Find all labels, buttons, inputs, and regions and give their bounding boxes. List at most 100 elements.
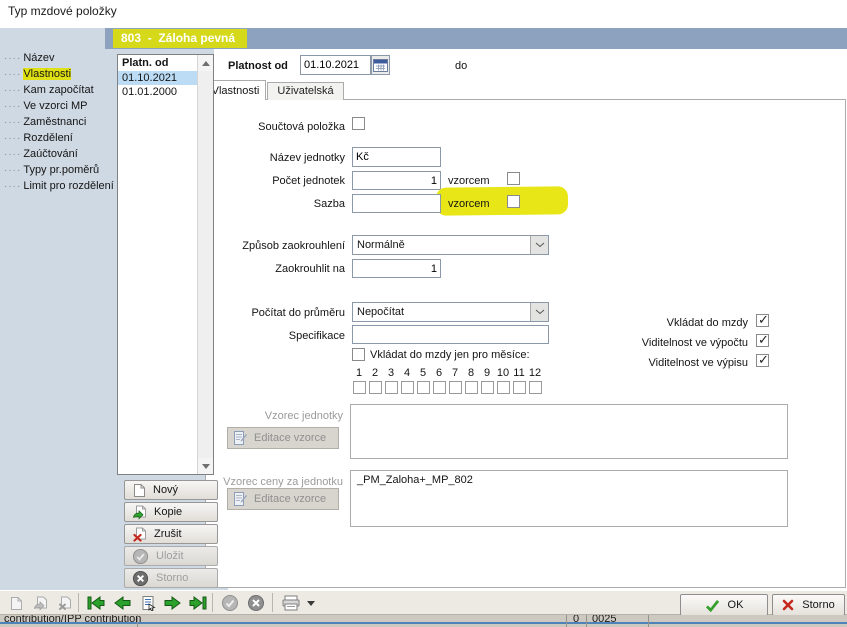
- month-cell: 2: [368, 367, 382, 394]
- sidebar-item-rozdeleni[interactable]: Rozdělení: [4, 130, 73, 146]
- month-cell: 4: [400, 367, 414, 394]
- month-number: 12: [529, 367, 541, 380]
- month-number: 7: [452, 367, 458, 380]
- specification-label: Specifikace: [230, 330, 345, 342]
- month-number: 8: [468, 367, 474, 380]
- month-number: 2: [372, 367, 378, 380]
- edit-formula-icon: [234, 492, 247, 506]
- ok-button[interactable]: OK: [680, 594, 768, 616]
- month-checkbox-12[interactable]: [529, 381, 542, 394]
- month-checkbox-5[interactable]: [417, 381, 430, 394]
- rounding-mode-dropdown[interactable]: Normálně: [352, 235, 549, 255]
- calendar-picker-button[interactable]: [371, 55, 390, 75]
- cancel-x-circle-icon: [132, 570, 149, 587]
- toolbar-previous-record-button[interactable]: [110, 592, 134, 614]
- storno-button[interactable]: Storno: [772, 594, 845, 616]
- save-record-button[interactable]: Uložit: [124, 546, 218, 566]
- list-item[interactable]: 01.01.2000: [118, 85, 197, 99]
- toolbar-new-button[interactable]: [4, 592, 28, 614]
- sidebar-item-typy-pr-pomeru[interactable]: Typy pr.poměrů: [4, 162, 99, 178]
- rate-label: Sazba: [230, 198, 345, 210]
- month-cell: 11: [512, 367, 526, 394]
- new-record-button[interactable]: Nový: [124, 480, 218, 500]
- toolbar-accept-button[interactable]: [218, 592, 242, 614]
- background-column-separator: [566, 615, 567, 627]
- unit-count-formula-checkbox[interactable]: [507, 172, 520, 185]
- months-only-checkbox[interactable]: [352, 348, 365, 361]
- month-checkbox-2[interactable]: [369, 381, 382, 394]
- month-checkbox-1[interactable]: [353, 381, 366, 394]
- unit-formula-textarea[interactable]: [350, 404, 788, 459]
- background-row-text: contribution/IPP contribution: [4, 615, 141, 625]
- month-checkbox-9[interactable]: [481, 381, 494, 394]
- edit-unit-formula-button[interactable]: Editace vzorce: [227, 427, 339, 449]
- toolbar-first-record-button[interactable]: [84, 592, 108, 614]
- print-dropdown-button[interactable]: [304, 592, 317, 614]
- sidebar-item-label: Ve vzorci MP: [23, 100, 87, 112]
- dropdown-button[interactable]: [530, 236, 548, 254]
- window-title: Typ mzdové položky: [8, 4, 117, 18]
- unit-count-input[interactable]: [352, 171, 441, 190]
- month-number: 3: [388, 367, 394, 380]
- sidebar-item-label: Limit pro rozdělení: [23, 180, 114, 192]
- validity-date-list: Platn. od 01.10.2021 01.01.2000: [117, 54, 214, 475]
- sidebar-item-zauctovani[interactable]: Zaúčtování: [4, 146, 78, 162]
- background-window-strip: contribution/IPP contribution 0 0025: [0, 615, 847, 627]
- unit-name-input[interactable]: [352, 147, 441, 167]
- sum-item-checkbox[interactable]: [352, 117, 365, 130]
- edit-price-formula-button[interactable]: Editace vzorce: [227, 488, 339, 510]
- average-dropdown[interactable]: Nepočítat: [352, 302, 549, 322]
- price-formula-textarea[interactable]: _PM_Zaloha+_MP_802: [350, 470, 788, 527]
- month-checkbox-3[interactable]: [385, 381, 398, 394]
- sidebar-item-zamestnanci[interactable]: Zaměstnanci: [4, 114, 86, 130]
- tab-vlastnosti[interactable]: Vlastnosti: [205, 80, 266, 100]
- sidebar-item-vlastnosti[interactable]: Vlastnosti: [4, 66, 71, 82]
- toolbar-delete-button[interactable]: [52, 592, 76, 614]
- toolbar-copy-button[interactable]: [28, 592, 52, 614]
- insert-to-wage-label: Vkládat do mzdy: [555, 317, 748, 329]
- scroll-up-button[interactable]: [198, 55, 213, 71]
- x-circle-icon: [247, 594, 265, 612]
- insert-to-wage-checkbox[interactable]: [756, 314, 769, 327]
- rate-input[interactable]: [352, 194, 441, 213]
- month-checkbox-8[interactable]: [465, 381, 478, 394]
- sidebar-item-label: Zaměstnanci: [23, 116, 86, 128]
- month-checkbox-4[interactable]: [401, 381, 414, 394]
- month-checkbox-10[interactable]: [497, 381, 510, 394]
- specification-input[interactable]: [352, 325, 549, 344]
- copy-page-icon: [33, 596, 48, 611]
- toolbar-next-record-button[interactable]: [160, 592, 184, 614]
- new-page-icon: [9, 596, 23, 611]
- price-formula-label: Vzorec ceny za jednotku: [200, 476, 343, 488]
- dropdown-button[interactable]: [530, 303, 548, 321]
- round-to-input[interactable]: [352, 259, 441, 278]
- visible-in-calc-label: Viditelnost ve výpočtu: [555, 337, 748, 349]
- toolbar-cancel-button[interactable]: [244, 592, 268, 614]
- chevron-down-icon: [307, 601, 315, 610]
- list-scrollbar[interactable]: [197, 55, 213, 474]
- delete-record-button[interactable]: Zrušit: [124, 524, 218, 544]
- validity-from-input[interactable]: [300, 55, 371, 75]
- sidebar-item-limit-pro-rozdeleni[interactable]: Limit pro rozdělení: [4, 178, 114, 194]
- toolbar-print-button[interactable]: [278, 592, 304, 614]
- sidebar-item-nazev[interactable]: Název: [4, 50, 55, 66]
- visible-in-report-checkbox[interactable]: [756, 354, 769, 367]
- toolbar-last-record-button[interactable]: [186, 592, 210, 614]
- unit-formula-label: Vzorec jednotky: [205, 410, 343, 422]
- edit-formula-icon: [234, 431, 247, 445]
- list-item[interactable]: 01.10.2021: [118, 71, 197, 85]
- toolbar-browse-records-button[interactable]: [136, 592, 160, 614]
- sidebar-item-kam-zapocitat[interactable]: Kam započítat: [4, 82, 94, 98]
- month-checkbox-7[interactable]: [449, 381, 462, 394]
- visible-in-calc-checkbox[interactable]: [756, 334, 769, 347]
- month-checkbox-11[interactable]: [513, 381, 526, 394]
- month-number: 1: [356, 367, 362, 380]
- scroll-down-button[interactable]: [198, 458, 213, 474]
- tab-uzivatelska[interactable]: Uživatelská: [267, 82, 344, 100]
- copy-record-button[interactable]: Kopie: [124, 502, 218, 522]
- rate-formula-checkbox[interactable]: [507, 195, 520, 208]
- sidebar-item-ve-vzorci-mp[interactable]: Ve vzorci MP: [4, 98, 88, 114]
- month-checkbox-6[interactable]: [433, 381, 446, 394]
- month-number: 6: [436, 367, 442, 380]
- cancel-record-button[interactable]: Storno: [124, 568, 218, 588]
